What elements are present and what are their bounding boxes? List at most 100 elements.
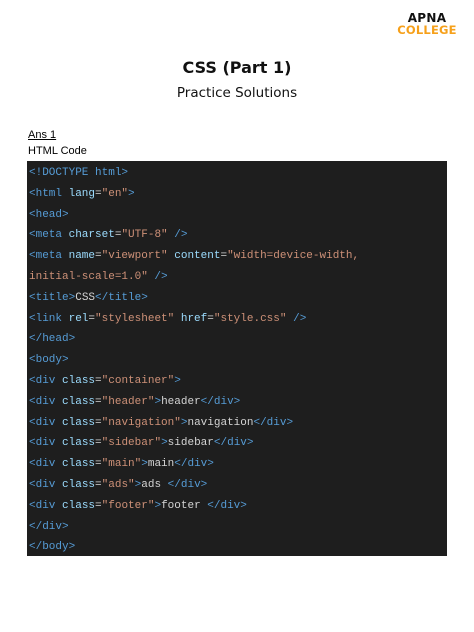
code-token: "navigation" [101,416,181,429]
code-token: <div [29,395,63,408]
code-token: main [147,458,175,471]
code-token: <meta [29,250,69,263]
code-token: </div> [207,499,247,512]
code-token: content [174,250,221,263]
code-token: navigation [187,416,254,429]
code-token: = [95,395,102,408]
code-token: </div> [213,437,254,450]
code-line: initial-scale=1.0" /> [29,267,447,288]
code-line: <head> [29,205,447,226]
code-line: <meta charset="UTF-8" /> [29,225,447,246]
code-token: <div [29,374,63,387]
code-token: class [62,416,96,429]
code-token: </div> [253,416,294,429]
code-line: <link rel="stylesheet" href="style.css" … [29,309,447,330]
code-token: class [62,478,96,491]
code-token: class [62,437,96,450]
code-token: > [161,437,168,450]
code-token: "header" [101,395,155,408]
code-token: = [95,374,102,387]
code-token: </div> [167,478,208,491]
code-token: <div [29,437,63,450]
code-line: <title>CSS</title> [29,288,447,309]
code-line: <div class="footer">footer </div> [29,496,447,517]
code-token: "sidebar" [101,437,162,450]
code-token: = [95,437,102,450]
code-token: "container" [101,374,175,387]
code-token: <meta [29,229,69,242]
code-token: <html [29,187,69,200]
code-token: <div [29,458,63,471]
code-token: </head> [29,333,76,346]
code-token: ads [141,478,168,491]
code-line: </head> [29,329,447,350]
code-token: <div [29,416,63,429]
code-token: > [174,374,181,387]
code-token: </div> [174,458,214,471]
code-line: <div class="sidebar">sidebar</div> [29,433,447,454]
code-token: <!DOCTYPE html> [29,167,129,179]
code-token: <div [29,499,63,512]
code-token: lang [68,187,96,200]
code-token: </body> [29,541,76,554]
code-line: <meta name="viewport" content="width=dev… [29,246,447,267]
code-line: <div class="ads">ads </div> [29,475,447,496]
code-token: initial-scale=1.0" [29,270,148,283]
code-token: class [62,374,96,387]
code-token: /> [167,229,188,242]
code-token: /> [147,270,168,283]
code-token: </title> [95,291,148,304]
code-token: /> [286,312,307,325]
code-token: class [62,395,96,408]
code-line: </body> [29,537,447,558]
code-line: <body> [29,350,447,371]
code-token: </div> [200,395,241,408]
code-token: rel [68,312,89,325]
code-line: <div class="container"> [29,371,447,392]
logo-line-2: COLLEGE [397,23,457,37]
code-token: <head> [29,208,69,221]
code-token: header [161,395,201,408]
code-token: "footer" [101,499,155,512]
code-token: "viewport" [101,250,168,263]
code-token: sidebar [167,437,214,450]
code-line: <div class="main">main</div> [29,454,447,475]
code-line: <!DOCTYPE html> [29,163,447,184]
code-token: "ads" [101,478,135,491]
code-token: = [95,499,102,512]
page-title: CSS (Part 1) [182,58,292,77]
code-token: href [180,312,208,325]
answer-label: Ans 1 [28,129,57,141]
code-token: class [62,458,96,471]
code-token: = [95,416,102,429]
code-section-label: HTML Code [28,145,87,157]
code-token: "UTF-8" [121,229,168,242]
code-token: <link [29,312,69,325]
code-token: = [95,458,102,471]
code-token: "width=device-width, [227,250,360,263]
code-token: "en" [101,187,129,200]
code-token: "style.css" [213,312,287,325]
code-token: <body> [29,354,69,367]
code-token: "main" [101,458,142,471]
code-token: CSS [75,291,96,304]
code-line: <html lang="en"> [29,184,447,205]
code-token: > [128,187,135,200]
code-line: <div class="header">header</div> [29,392,447,413]
code-line: </div> [29,517,447,538]
code-token: name [68,250,96,263]
code-block: <!DOCTYPE html> <html lang="en"> <head> <me… [27,161,447,556]
page-subtitle: Practice Solutions [176,85,298,101]
code-token: class [62,499,96,512]
code-token: footer [161,499,208,512]
code-token: = [95,250,102,263]
code-line: <div class="navigation">navigation</div> [29,413,447,434]
code-token: <title> [29,291,76,304]
code-token: = [207,312,214,325]
code-token: = [95,187,102,200]
code-token: "stylesheet" [95,312,175,325]
apna-college-logo: APNA COLLEGE [397,12,457,37]
code-token: = [95,478,102,491]
code-token: charset [68,229,115,242]
